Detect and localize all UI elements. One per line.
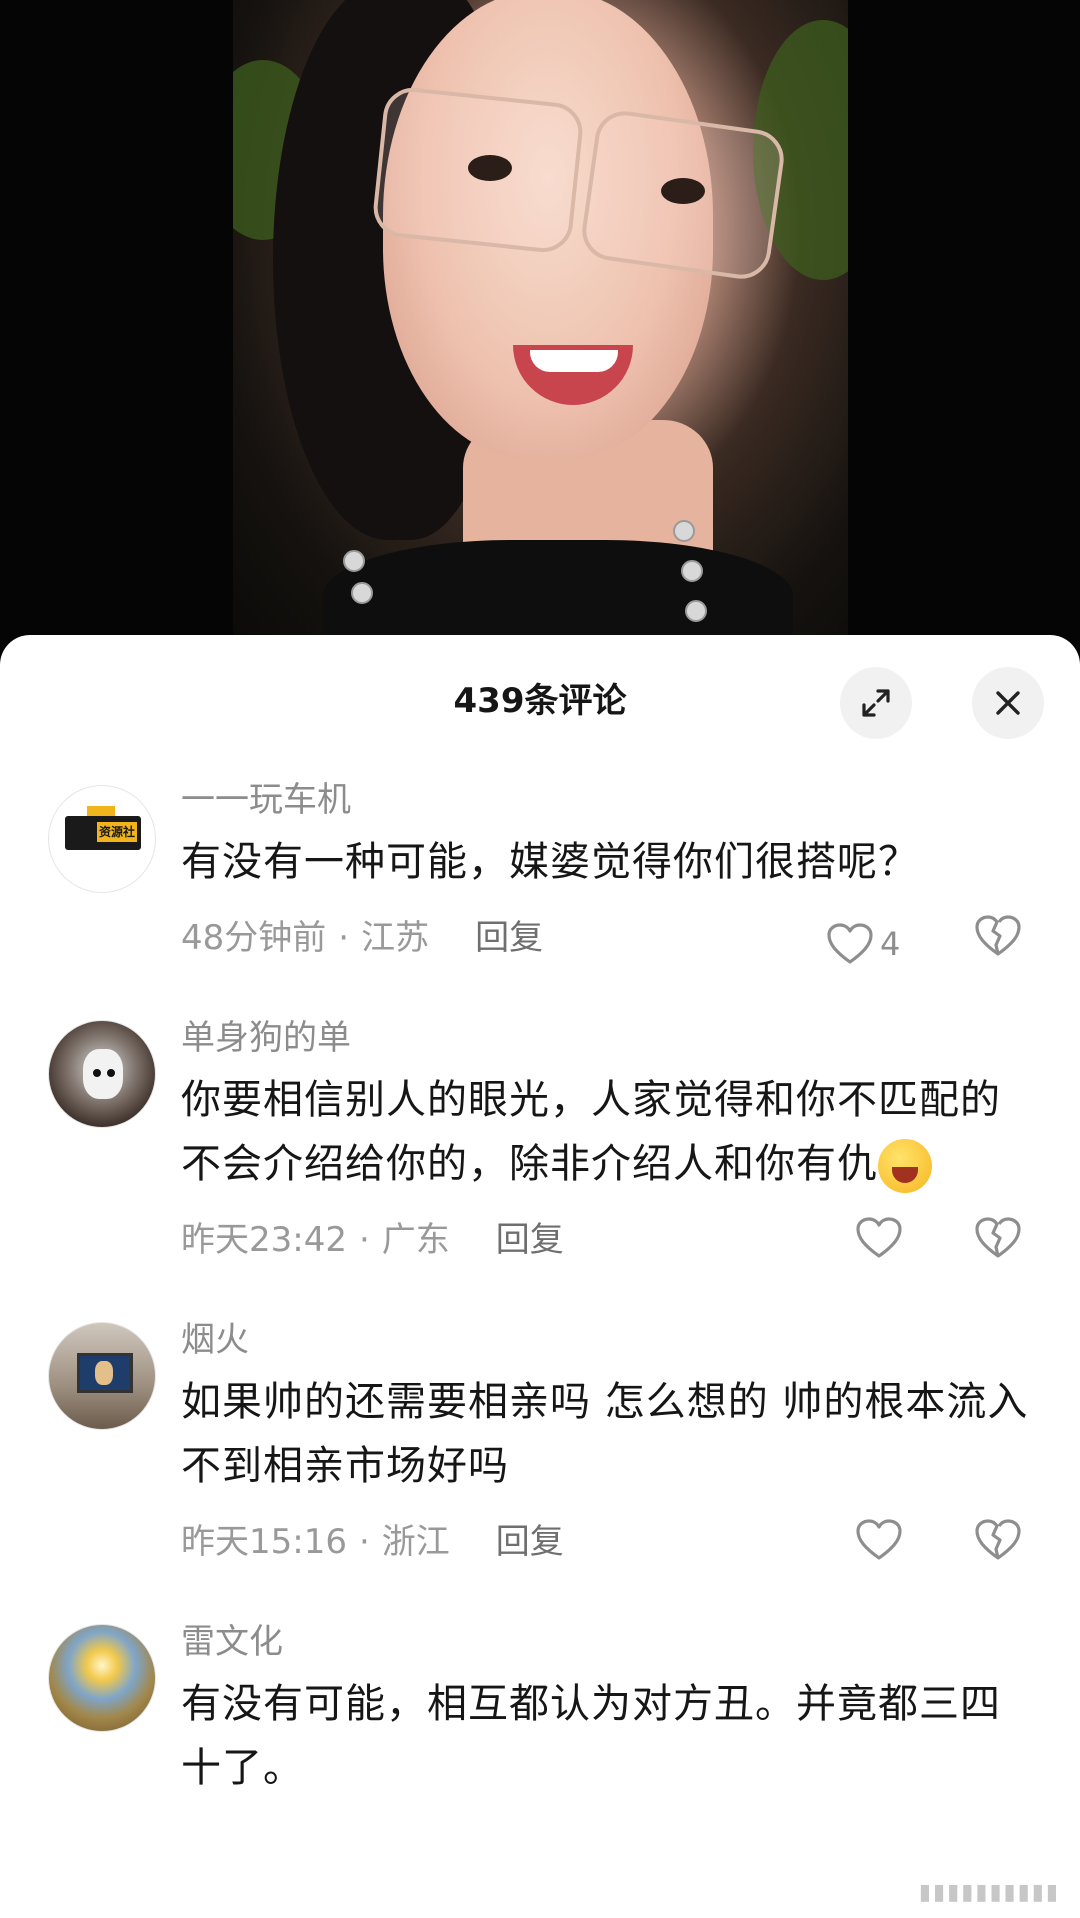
comment-item: 雷文化 有没有可能，相互都认为对方丑。并竟都三四十了。 [0, 1622, 1080, 1800]
close-icon [996, 691, 1020, 715]
comment-username[interactable]: 一一玩车机 [181, 780, 1040, 820]
close-button[interactable] [972, 667, 1044, 739]
comment-meta: 昨天23:42 · 广东 回复 [181, 1210, 1040, 1270]
avatar-dog-eye [107, 1069, 115, 1077]
comment-count-title: 439条评论 [453, 681, 627, 721]
expand-icon [862, 689, 890, 717]
comments-sheet: 439条评论 资源社 一一玩车机 有没有一种可能，媒婆觉得你们很搭呢？ 48分钟… [0, 635, 1080, 1918]
comment-item: 单身狗的单 你要相信别人的眼光，人家觉得和你不匹配的不会介绍给你的，除非介绍人和… [0, 1018, 1080, 1270]
comment-text: 有没有一种可能，媒婆觉得你们很搭呢？ [181, 839, 919, 885]
comment-meta: 昨天15:16 · 浙江 回复 [181, 1512, 1040, 1572]
heart-outline-icon [856, 1519, 902, 1560]
meta-separator: · [358, 1220, 370, 1260]
comment-location: 浙江 [381, 1522, 450, 1562]
necklace-bead [673, 520, 695, 542]
comment-text: 如果帅的还需要相亲吗 怎么想的 帅的根本流入不到相亲市场好吗 [181, 1379, 1029, 1489]
necklace-bead [685, 600, 707, 622]
comment-time: 昨天23:42 [181, 1220, 347, 1260]
meta-separator: · [358, 1522, 370, 1562]
comment-time: 昨天15:16 [181, 1522, 347, 1562]
avatar-dog-eye [93, 1069, 101, 1077]
reply-button[interactable]: 回复 [475, 918, 543, 958]
dislike-button[interactable] [974, 914, 1022, 977]
avatar-logo-text: 资源社 [97, 822, 137, 842]
comment-meta: 48分钟前 · 江苏 回复 4 [181, 908, 1040, 968]
avatar-tv-figure [95, 1361, 113, 1385]
user-avatar[interactable] [48, 1020, 156, 1128]
comment-text: 有没有可能，相互都认为对方丑。并竟都三四十了。 [181, 1681, 1001, 1791]
dislike-button[interactable] [974, 1216, 1022, 1279]
video-frame[interactable] [233, 0, 848, 660]
dislike-button[interactable] [974, 1518, 1022, 1581]
reply-button[interactable]: 回复 [496, 1220, 564, 1260]
broken-heart-icon [975, 1519, 1021, 1560]
comment-text: 你要相信别人的眼光，人家觉得和你不匹配的不会介绍给你的，除非介绍人和你有仇 [181, 1068, 1040, 1196]
person-eye [661, 178, 705, 204]
necklace-bead [343, 550, 365, 572]
broken-heart-icon [975, 915, 1021, 956]
comment-item: 烟火 如果帅的还需要相亲吗 怎么想的 帅的根本流入不到相亲市场好吗 昨天15:1… [0, 1320, 1080, 1572]
avatar-dog-face [83, 1049, 123, 1099]
avatar-logo-accent [87, 806, 115, 816]
video-player[interactable] [0, 0, 1080, 660]
laughing-crying-emoji [878, 1139, 932, 1193]
like-button[interactable] [855, 1216, 903, 1260]
comment-username[interactable]: 单身狗的单 [181, 1018, 1040, 1058]
comment-item: 资源社 一一玩车机 有没有一种可能，媒婆觉得你们很搭呢？ 48分钟前 · 江苏 回复 … [0, 780, 1080, 968]
user-avatar[interactable] [48, 1624, 156, 1732]
expand-button[interactable] [840, 667, 912, 739]
reply-button[interactable]: 回复 [496, 1522, 564, 1562]
heart-outline-icon [827, 923, 873, 964]
comment-username[interactable]: 雷文化 [181, 1622, 1040, 1662]
necklace-bead [351, 582, 373, 604]
sheet-header: 439条评论 [0, 635, 1080, 770]
broken-heart-icon [975, 1217, 1021, 1258]
like-button[interactable] [855, 1518, 903, 1562]
user-avatar[interactable]: 资源社 [48, 785, 156, 893]
meta-separator: · [338, 918, 350, 958]
necklace-bead [681, 560, 703, 582]
person-teeth [530, 350, 618, 372]
like-button[interactable]: 4 [826, 914, 900, 974]
user-avatar[interactable] [48, 1322, 156, 1430]
comment-location: 广东 [381, 1220, 450, 1260]
person-eye [468, 155, 512, 181]
comment-time: 48分钟前 [181, 918, 327, 958]
like-count: 4 [880, 925, 901, 963]
app-screen: 439条评论 资源社 一一玩车机 有没有一种可能，媒婆觉得你们很搭呢？ 48分钟… [0, 0, 1080, 1918]
comment-location: 江苏 [361, 918, 430, 958]
heart-outline-icon [856, 1217, 902, 1258]
watermark: ▮▮▮▮▮▮▮▮▮▮ [918, 1880, 1060, 1905]
comment-username[interactable]: 烟火 [181, 1320, 1040, 1360]
